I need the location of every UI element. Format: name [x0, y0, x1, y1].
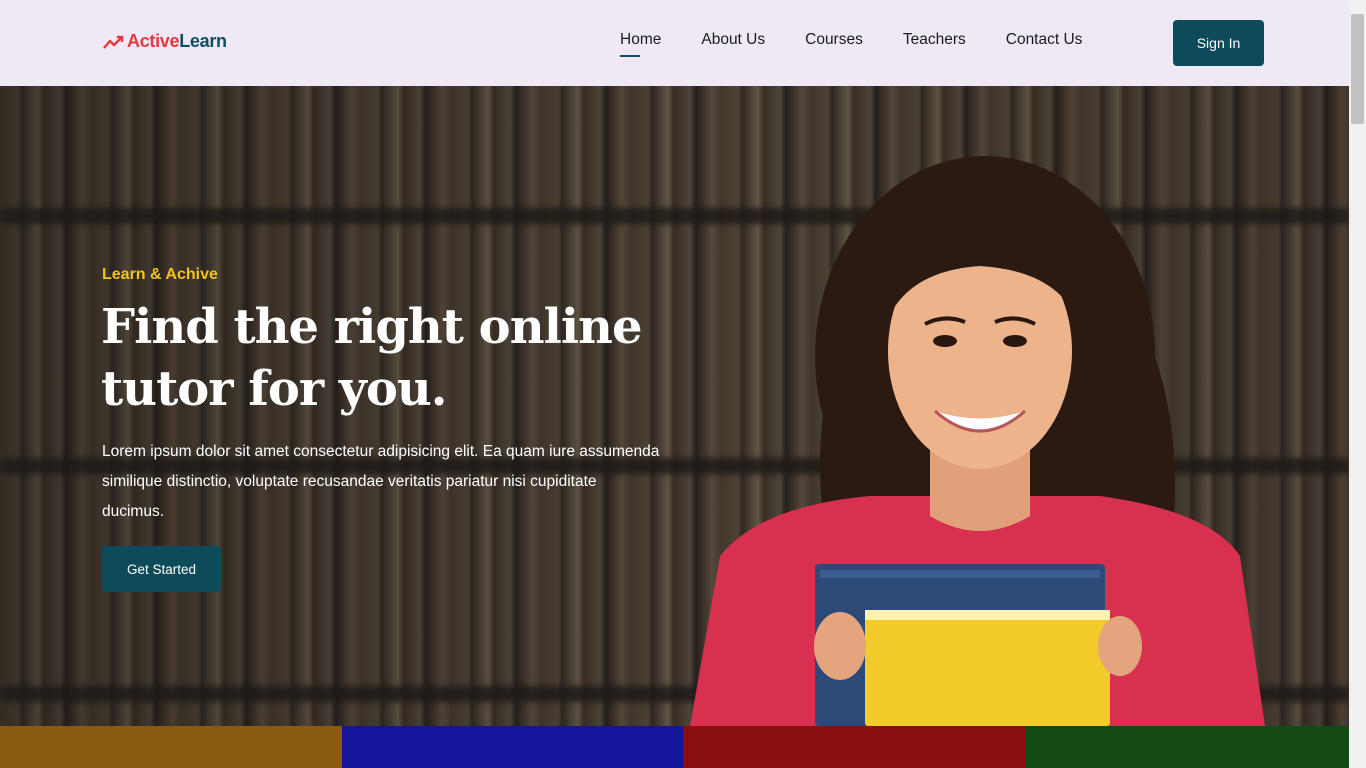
scrollbar-thumb[interactable] [1351, 14, 1364, 124]
nav-home[interactable]: Home [620, 31, 661, 57]
logo[interactable]: Active Learn [103, 31, 227, 52]
logo-text-learn: Learn [179, 31, 227, 51]
category-tile-3[interactable] [683, 726, 1025, 768]
hero-eyebrow: Learn & Achive [102, 266, 218, 283]
logo-text-active: Active [127, 31, 180, 51]
main-nav: Home About Us Courses Teachers Contact U… [620, 31, 1122, 57]
student-photo [690, 156, 1265, 726]
category-tile-1[interactable] [0, 726, 342, 768]
hero-section: Learn & Achive Find the right online tut… [0, 86, 1349, 726]
hero-headline: Find the right online tutor for you. [101, 296, 661, 420]
nav-about-us[interactable]: About Us [701, 31, 765, 55]
sign-in-button[interactable]: Sign In [1173, 20, 1264, 66]
category-tile-2[interactable] [342, 726, 683, 768]
get-started-button[interactable]: Get Started [102, 546, 221, 592]
nav-teachers[interactable]: Teachers [903, 31, 966, 55]
site-header: Active Learn Home About Us Courses Teache… [0, 0, 1349, 86]
nav-courses[interactable]: Courses [805, 31, 863, 55]
headline-line-2: tutor for you. [101, 361, 447, 417]
hero-description: Lorem ipsum dolor sit amet consectetur a… [102, 443, 660, 520]
vertical-scrollbar[interactable] [1349, 0, 1366, 768]
trending-up-icon [103, 35, 124, 49]
nav-contact-us[interactable]: Contact Us [1006, 31, 1083, 55]
category-tile-4[interactable] [1025, 726, 1349, 768]
headline-line-1: Find the right online [101, 299, 642, 355]
